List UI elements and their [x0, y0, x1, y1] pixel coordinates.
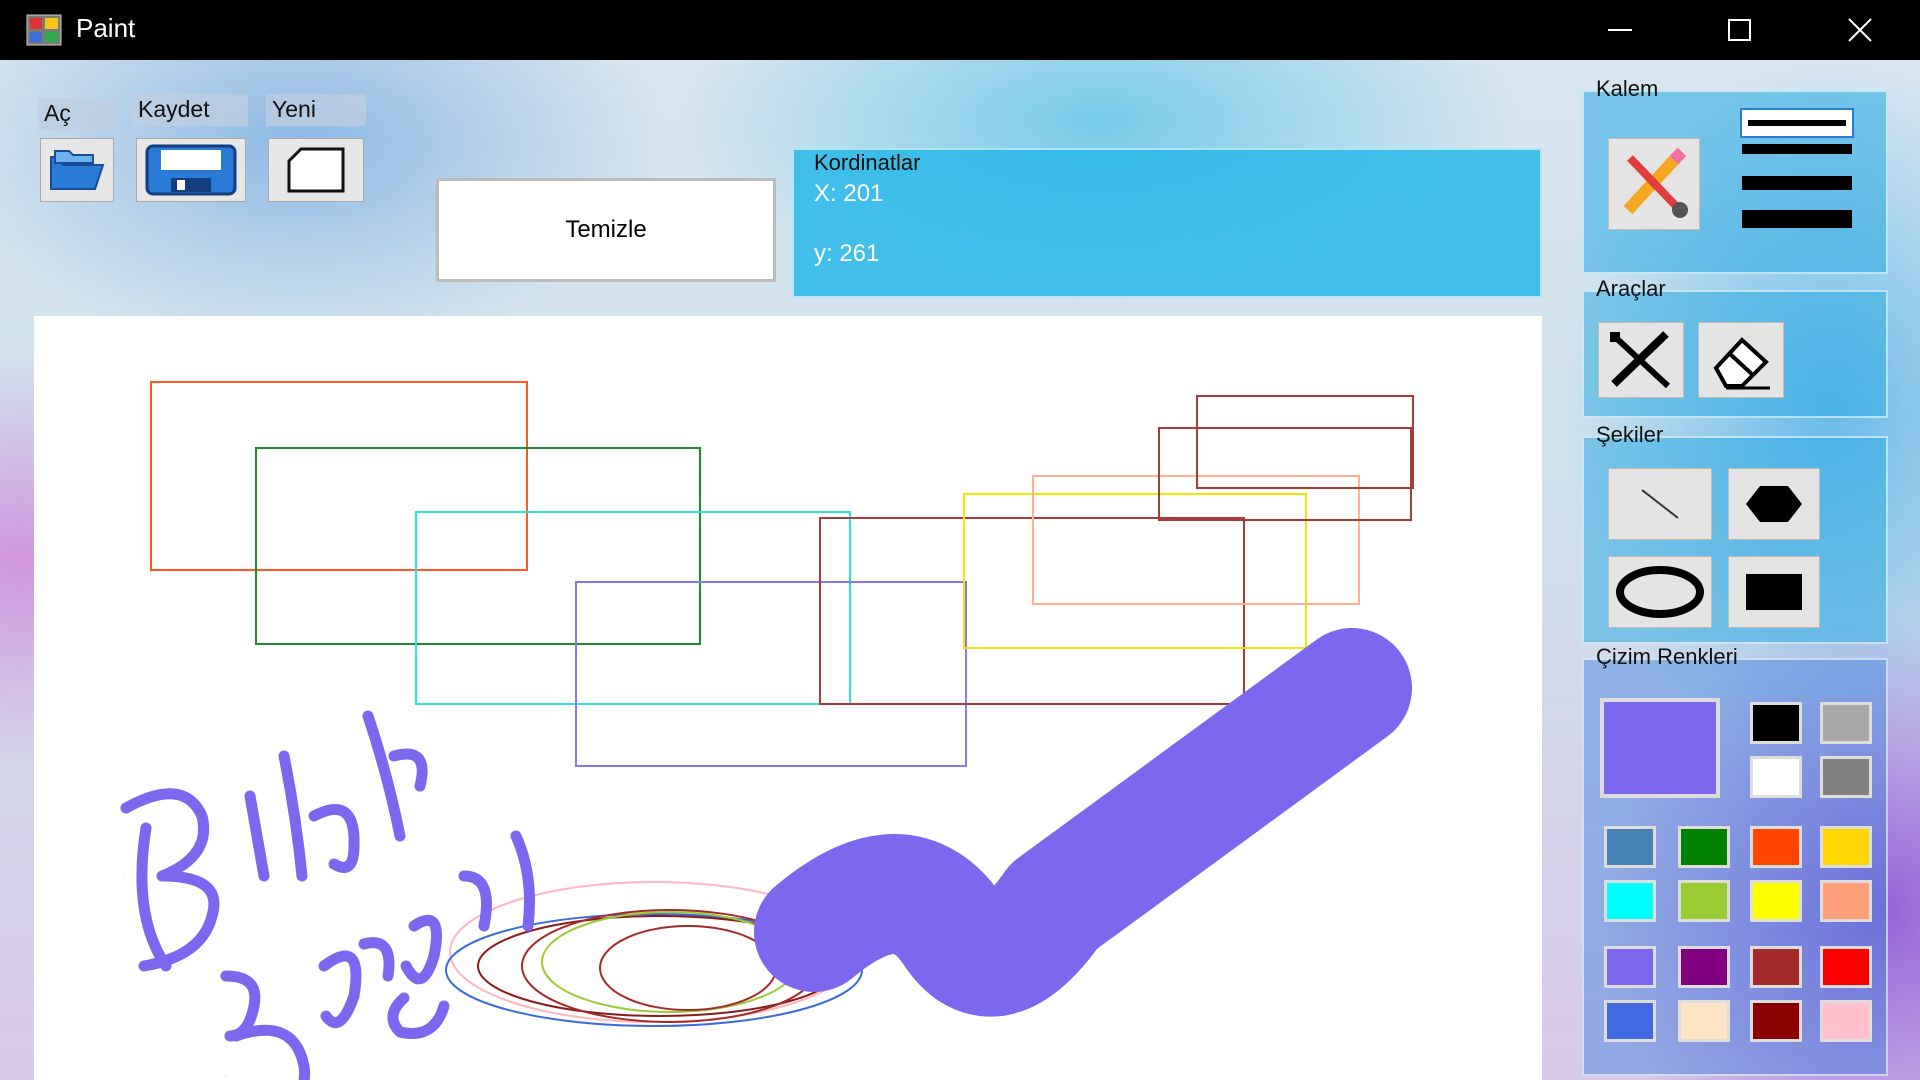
color-swatch-6[interactable] [1750, 826, 1802, 868]
ellipse-icon [1616, 566, 1704, 618]
title-bar: Paint [0, 0, 1920, 60]
drawing-canvas[interactable]: Bilal Şengül [34, 316, 1542, 1080]
color-swatch-18[interactable] [1750, 1000, 1802, 1042]
coordinates-group: Kordinatlar X: 201 y: 261 [792, 148, 1542, 298]
coordinates-title: Kordinatlar [814, 150, 921, 175]
folder-open-icon [50, 150, 105, 190]
color-swatch-13[interactable] [1678, 946, 1730, 988]
handwriting-line1: Bilal [124, 875, 127, 877]
save-label: Kaydet [132, 94, 248, 126]
color-swatch-3[interactable] [1820, 756, 1872, 798]
new-page-icon [287, 147, 345, 193]
pen-width-extra-thick[interactable] [1742, 210, 1852, 228]
tools-group-title: Araçlar [1596, 276, 1666, 301]
pen-tool-icon [1610, 331, 1671, 389]
pen-button[interactable] [1608, 138, 1700, 230]
color-swatch-19[interactable] [1820, 1000, 1872, 1042]
pen-group-title: Kalem [1596, 76, 1659, 101]
drawn-rect-orange [150, 381, 528, 571]
drawn-rect-darkred-2 [1196, 395, 1414, 489]
color-swatch-9[interactable] [1678, 880, 1730, 922]
maximize-icon [1728, 19, 1751, 41]
color-swatch-16[interactable] [1604, 1000, 1656, 1042]
hexagon-shape-button[interactable] [1728, 468, 1820, 540]
minimize-button[interactable] [1560, 0, 1680, 60]
close-button[interactable] [1800, 0, 1920, 60]
pen-width-thin-line [1748, 120, 1846, 126]
clear-button[interactable]: Temizle [436, 178, 776, 282]
drawing-surface: Bilal Şengül [120, 381, 1414, 1080]
hexagon-icon [1746, 486, 1802, 522]
color-swatch-5[interactable] [1678, 826, 1730, 868]
minimize-icon [1608, 29, 1632, 31]
drawn-rect-salmon [1032, 475, 1360, 605]
pencil-brush-icon [1623, 147, 1688, 218]
close-icon [1848, 18, 1872, 42]
rectangle-shape-button[interactable] [1728, 556, 1820, 628]
color-swatch-17[interactable] [1678, 1000, 1730, 1042]
color-swatch-4[interactable] [1604, 826, 1656, 868]
drawn-ellipse-small [599, 925, 777, 1011]
app-icon [26, 14, 62, 46]
color-swatch-7[interactable] [1820, 826, 1872, 868]
color-swatch-12[interactable] [1604, 946, 1656, 988]
line-shape-button[interactable] [1608, 468, 1712, 540]
color-swatch-2[interactable] [1750, 756, 1802, 798]
pen-width-thin[interactable] [1740, 108, 1854, 138]
new-button[interactable] [268, 138, 364, 202]
x-coordinate: X: 201 [814, 180, 884, 207]
eraser-button[interactable] [1698, 322, 1784, 398]
handwriting-strokes [120, 710, 535, 1080]
pen-width-thick[interactable] [1742, 176, 1852, 190]
client-area: Aç Kaydet Yeni Temizle Kordinatlar X: 20… [0, 60, 1920, 1080]
ellipse-shape-button[interactable] [1608, 556, 1712, 628]
drawn-rect-green [255, 447, 701, 645]
save-button[interactable] [136, 138, 246, 202]
color-swatch-0[interactable] [1750, 702, 1802, 744]
drawn-rect-violet [575, 581, 967, 767]
maximize-button[interactable] [1680, 0, 1800, 60]
draw-tool-button[interactable] [1598, 322, 1684, 398]
drawn-rect-cyan [415, 511, 851, 705]
rectangle-icon [1746, 574, 1802, 610]
pen-width-medium[interactable] [1742, 144, 1852, 154]
color-swatch-15[interactable] [1820, 946, 1872, 988]
shapes-group-title: Şekiler [1596, 422, 1664, 447]
color-swatch-8[interactable] [1604, 880, 1656, 922]
color-swatch-1[interactable] [1820, 702, 1872, 744]
colors-group-title: Çizim Renkleri [1596, 644, 1738, 669]
new-label: Yeni [266, 94, 366, 126]
open-button[interactable] [40, 138, 114, 202]
handwriting-line2: Şengül [224, 1075, 228, 1077]
current-color-preview [1600, 698, 1720, 798]
open-label: Aç [38, 98, 116, 130]
window-title: Paint [76, 13, 136, 43]
color-swatch-14[interactable] [1750, 946, 1802, 988]
floppy-disk-icon [145, 144, 237, 196]
line-icon [1641, 489, 1679, 519]
color-swatch-11[interactable] [1820, 880, 1872, 922]
color-swatch-10[interactable] [1750, 880, 1802, 922]
eraser-icon [1713, 337, 1770, 390]
y-coordinate: y: 261 [814, 240, 880, 267]
drawn-checkmark [754, 628, 1412, 1017]
